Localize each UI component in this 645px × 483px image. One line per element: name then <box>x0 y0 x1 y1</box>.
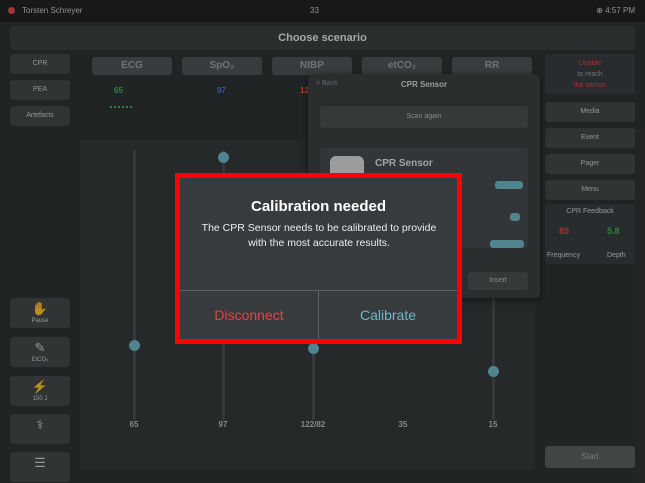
alert-title: Calibration needed <box>250 198 387 215</box>
app-window: Torsten Schreyer 33 ⊕ 4:57 PM Choose sce… <box>0 0 645 483</box>
disconnect-button[interactable]: Disconnect <box>180 291 318 339</box>
calibrate-button[interactable]: Calibrate <box>319 291 457 339</box>
alert-message: The CPR Sensor needs to be calibrated to… <box>201 222 437 249</box>
calibration-alert: Calibration needed The CPR Sensor needs … <box>175 173 462 344</box>
